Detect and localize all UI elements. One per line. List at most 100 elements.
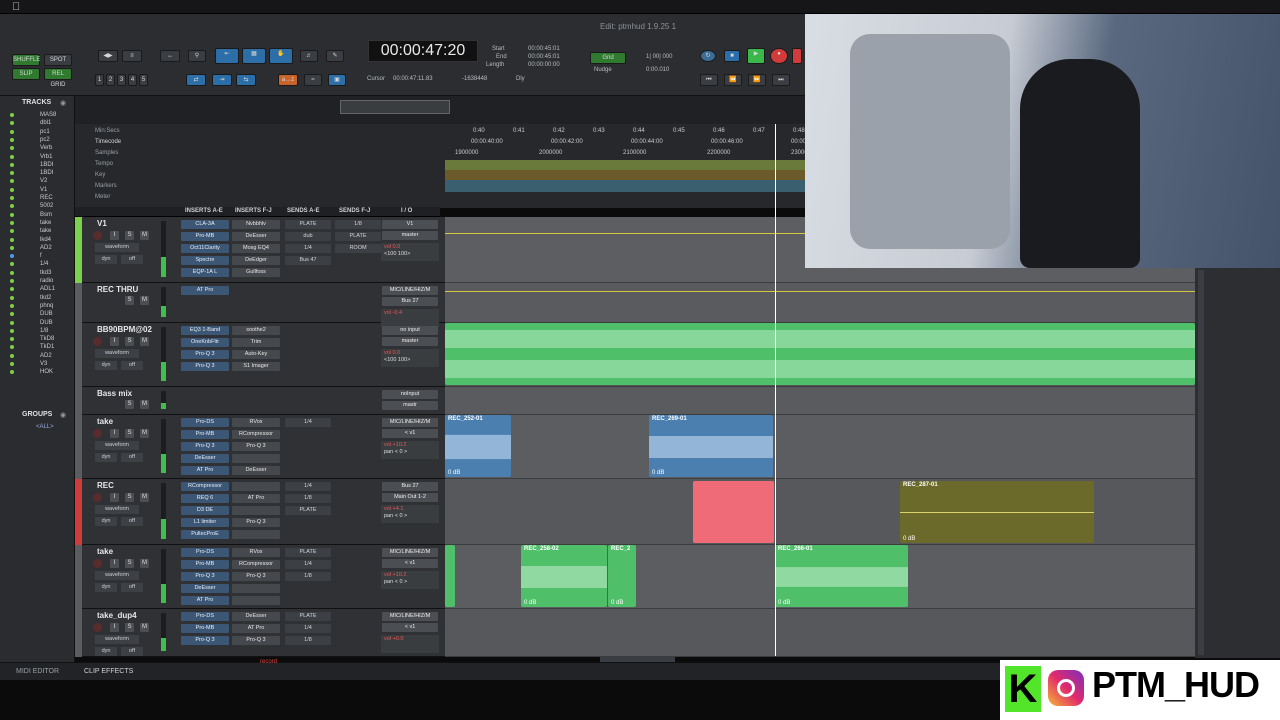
range-icon[interactable]: ↔ xyxy=(160,50,180,62)
track-show-hide-icon[interactable] xyxy=(10,204,14,209)
solo-button[interactable]: S xyxy=(125,429,134,438)
insert-slot[interactable]: RCompressor xyxy=(181,482,229,491)
track-show-hide-icon[interactable] xyxy=(10,129,14,134)
dyn-selector[interactable]: dyn xyxy=(95,453,117,462)
return-to-zero-icon[interactable]: ⏮ xyxy=(700,74,718,86)
io-selector[interactable]: MIC/LINE/HIZ/M xyxy=(382,418,438,427)
start-value[interactable]: 00:00:45:01 xyxy=(528,46,560,52)
dyn-selector[interactable]: dyn xyxy=(95,583,117,592)
track-lane-take-dup4[interactable] xyxy=(445,609,1195,657)
send-slot[interactable]: 1/4 xyxy=(285,244,331,253)
automation-mode[interactable]: off xyxy=(121,255,143,264)
track-show-hide-icon[interactable] xyxy=(10,345,14,350)
insert-slot[interactable]: AT Pro xyxy=(181,466,229,475)
insert-slot[interactable] xyxy=(232,506,280,515)
io-selector[interactable]: Bus 27 xyxy=(382,482,438,491)
track-strip[interactable]: take I S Mwaveform dyn off Pro-DS Pro-MB Pro-Q 3… xyxy=(75,545,445,609)
horizontal-scrollbar[interactable] xyxy=(600,657,675,662)
insert-slot[interactable]: CLA-3A xyxy=(181,220,229,229)
insert-slot[interactable]: AT Pro xyxy=(232,494,280,503)
track-list-item[interactable]: REC xyxy=(40,195,53,201)
play-icon[interactable]: ▶ xyxy=(747,48,765,64)
io-selector[interactable]: MIC/LINE/HIZ/M xyxy=(382,612,438,621)
io-selector[interactable]: < v1 xyxy=(382,429,438,438)
track-show-hide-icon[interactable] xyxy=(10,220,14,225)
mute-button[interactable]: M xyxy=(140,296,149,305)
tab-to-transient-icon[interactable]: ⇥ xyxy=(212,74,232,86)
track-list-item[interactable]: V1 xyxy=(40,187,47,193)
mute-button[interactable]: M xyxy=(140,493,149,502)
insert-slot[interactable]: DeEsser xyxy=(232,232,280,241)
track-show-hide-icon[interactable] xyxy=(10,154,14,159)
send-slot[interactable]: 1/8 xyxy=(335,220,381,229)
insert-slot[interactable]: RVox xyxy=(232,548,280,557)
clip-beat[interactable] xyxy=(445,323,1195,385)
mute-button[interactable]: M xyxy=(140,400,149,409)
insert-slot[interactable]: Pro-DS xyxy=(181,548,229,557)
insert-slot[interactable]: S1 Imager xyxy=(232,362,280,371)
insert-slot[interactable]: DeEsser xyxy=(181,454,229,463)
send-slot[interactable]: ROOM xyxy=(335,244,381,253)
insert-slot[interactable]: AT Pro xyxy=(232,624,280,633)
track-list-item[interactable]: pc1 xyxy=(40,129,50,135)
track-show-hide-icon[interactable] xyxy=(10,270,14,275)
automation-mode[interactable]: off xyxy=(121,453,143,462)
record-arm-icon[interactable] xyxy=(93,623,102,632)
insert-slot[interactable]: AT Pro xyxy=(181,286,229,295)
track-show-hide-icon[interactable] xyxy=(10,196,14,200)
insert-slot[interactable]: Pro-Q 3 xyxy=(232,442,280,451)
volume-pan-readout[interactable]: vol +10.2 pan < 0 > xyxy=(381,571,439,589)
solo-button[interactable]: S xyxy=(125,296,134,305)
trim-tool-icon[interactable]: ⇤ xyxy=(215,48,239,64)
insert-slot[interactable]: Auto-Key xyxy=(232,350,280,359)
view-selector[interactable]: waveform xyxy=(95,243,139,252)
dyn-selector[interactable]: dyn xyxy=(95,361,117,370)
dyn-selector[interactable]: dyn xyxy=(95,647,117,656)
view-selector[interactable]: waveform xyxy=(95,505,139,514)
insert-slot[interactable]: OneKnbFltr xyxy=(181,338,229,347)
ruler-samples[interactable]: Samples xyxy=(95,150,118,156)
main-counter[interactable]: 00:00:47:20 xyxy=(368,40,478,62)
send-slot[interactable]: 1/8 xyxy=(285,636,331,645)
solo-button[interactable]: S xyxy=(125,231,134,240)
end-value[interactable]: 00:00:45:01 xyxy=(528,54,560,60)
track-list-item[interactable]: TkD1 xyxy=(40,344,54,350)
insert-slot[interactable] xyxy=(232,482,280,491)
track-name[interactable]: Bass mix xyxy=(97,389,132,398)
io-selector[interactable]: master xyxy=(382,231,438,240)
clip-rec-2[interactable]: REC_2 0 dB xyxy=(608,545,636,607)
track-list-item[interactable]: radio xyxy=(40,278,53,284)
track-list-item[interactable]: HOK xyxy=(40,369,53,375)
track-list-item[interactable]: AD2 xyxy=(40,353,52,359)
track-show-hide-icon[interactable] xyxy=(10,179,14,184)
track-list-item[interactable]: phnq xyxy=(40,303,53,309)
track-strip[interactable]: REC I S Mwaveform dyn off RCompressor REQ 6 D3 D… xyxy=(75,479,445,545)
track-show-hide-icon[interactable] xyxy=(10,370,14,375)
playhead-cursor[interactable] xyxy=(775,124,776,656)
insert-slot[interactable]: DeEsser xyxy=(232,466,280,475)
edit-playlist-area[interactable]: REC_252-01 0 dB REC_269-01 0 dB REC_287-… xyxy=(445,217,1195,657)
fast-forward-icon[interactable]: ⏩ xyxy=(748,74,766,86)
search-icon[interactable]: ⚲ xyxy=(188,50,206,62)
track-list-item[interactable]: pc2 xyxy=(40,137,50,143)
track-show-hide-icon[interactable] xyxy=(10,295,14,300)
volume-pan-readout[interactable]: vol +4.1 pan < 0 > xyxy=(381,505,439,523)
smart-tool-icon[interactable]: ▣ xyxy=(328,74,346,86)
solo-button[interactable]: S xyxy=(125,559,134,568)
track-list-item[interactable]: V3 xyxy=(40,361,47,367)
record-arm-icon[interactable] xyxy=(93,337,102,346)
input-monitor-button[interactable]: I xyxy=(110,337,119,346)
track-list-item[interactable]: 1BDI xyxy=(40,162,53,168)
track-list-item[interactable]: V2 xyxy=(40,178,47,184)
send-slot[interactable]: 1/8 xyxy=(285,494,331,503)
clip-edge[interactable] xyxy=(445,545,455,607)
insert-slot[interactable]: Pro-Q 3 xyxy=(181,442,229,451)
view-selector[interactable]: waveform xyxy=(95,349,139,358)
track-show-hide-icon[interactable] xyxy=(10,328,14,333)
insert-slot[interactable] xyxy=(232,584,280,593)
track-list-item[interactable]: DUB xyxy=(40,320,53,326)
insert-slot[interactable]: Pro-Q 3 xyxy=(181,636,229,645)
track-name[interactable]: REC xyxy=(97,481,114,490)
insert-slot[interactable]: D3 DE xyxy=(181,506,229,515)
send-slot[interactable]: 1/8 xyxy=(285,572,331,581)
